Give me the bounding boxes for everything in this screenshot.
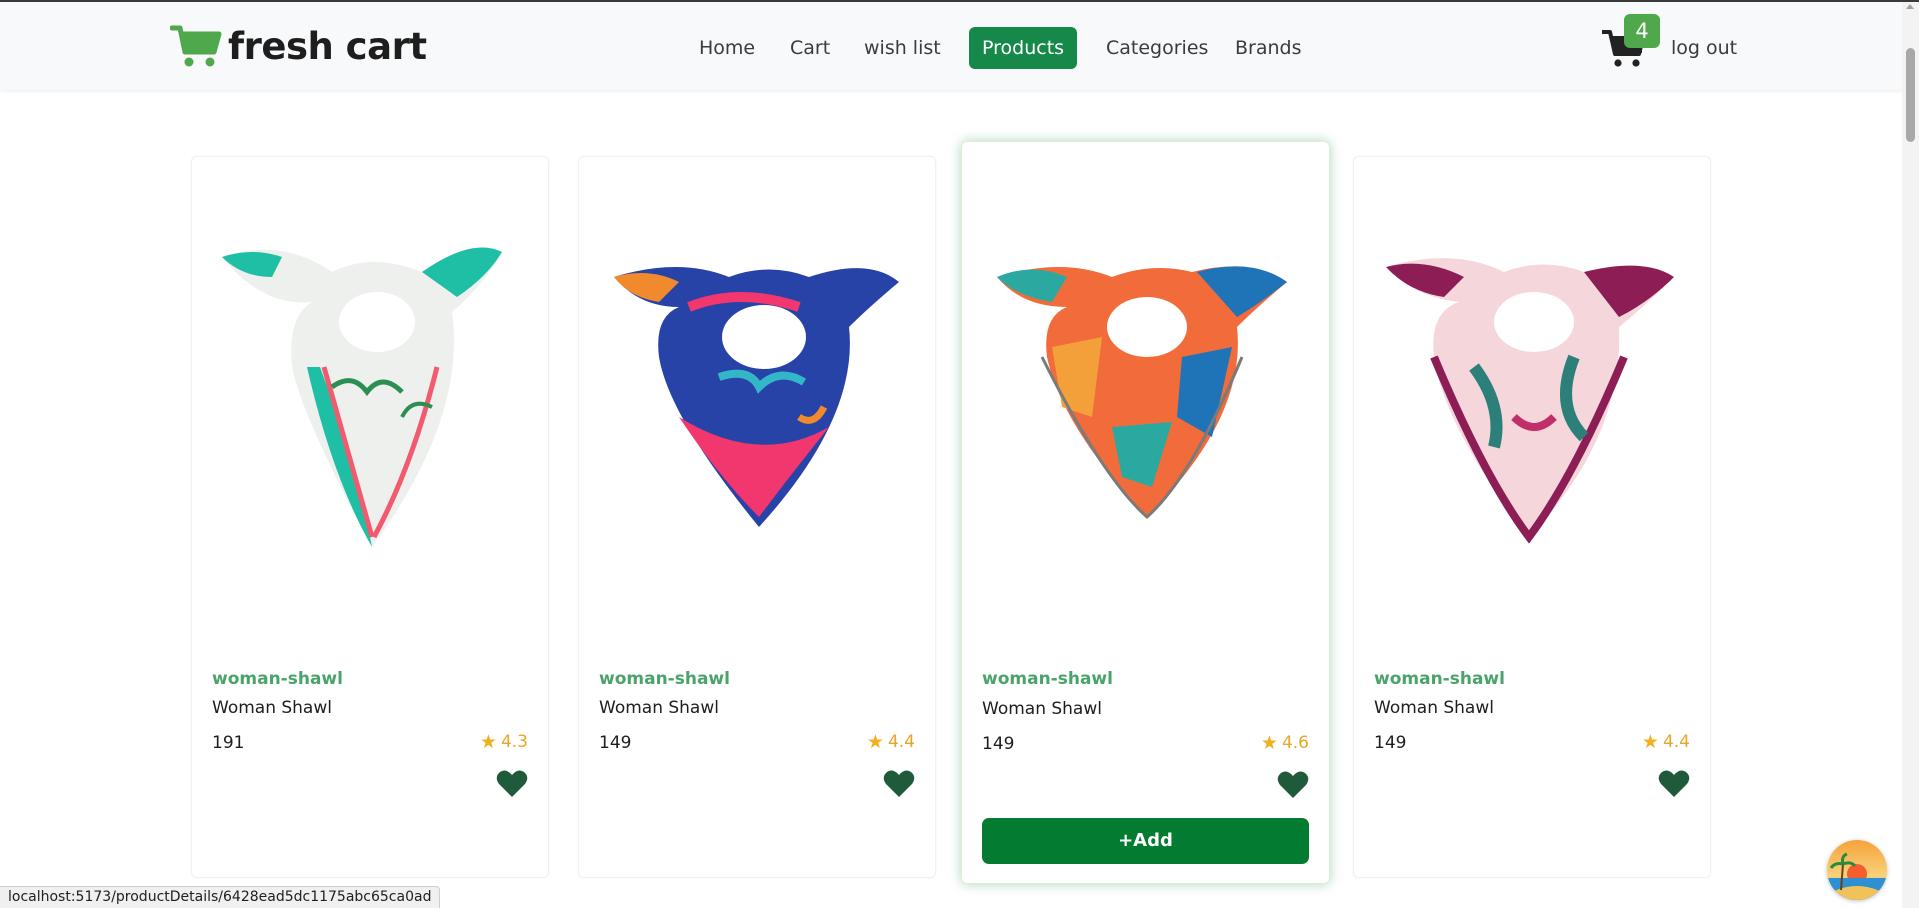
rating-value: 4.4	[887, 732, 915, 752]
product-card-hovered[interactable]: woman-shawl Woman Shawl 149 ★ 4.6 +Add	[961, 141, 1330, 884]
add-to-cart-button[interactable]: +Add	[982, 818, 1309, 864]
product-category: woman-shawl	[212, 669, 343, 689]
scroll-up-arrow-icon[interactable]	[1906, 4, 1914, 9]
logout-link[interactable]: log out	[1671, 27, 1737, 69]
nav-link-home[interactable]: Home	[686, 27, 768, 69]
floating-assistant-avatar[interactable]	[1827, 840, 1887, 900]
product-category: woman-shawl	[1374, 669, 1505, 689]
star-icon: ★	[866, 730, 884, 753]
product-category: woman-shawl	[599, 669, 730, 689]
product-image	[1386, 258, 1674, 544]
star-icon: ★	[479, 730, 497, 753]
nav-link-wish-list[interactable]: wish list	[851, 27, 954, 69]
product-rating: ★ 4.3	[480, 732, 528, 752]
scrollbar-thumb[interactable]	[1906, 48, 1915, 142]
product-image	[997, 266, 1287, 520]
product-image	[222, 247, 502, 547]
star-icon: ★	[1260, 731, 1278, 754]
product-price: 149	[599, 733, 632, 753]
product-name: Woman Shawl	[599, 698, 719, 718]
vertical-scrollbar[interactable]	[1902, 2, 1919, 908]
star-icon: ★	[1641, 730, 1659, 753]
product-price: 149	[982, 734, 1015, 754]
product-card[interactable]: woman-shawl Woman Shawl 149 ★ 4.4	[578, 156, 936, 878]
rating-value: 4.6	[1281, 733, 1309, 753]
rating-value: 4.3	[500, 732, 528, 752]
wishlist-heart-icon[interactable]	[496, 769, 528, 799]
product-name: Woman Shawl	[212, 698, 332, 718]
rating-value: 4.4	[1662, 732, 1690, 752]
product-category: woman-shawl	[982, 669, 1113, 689]
product-rating: ★ 4.4	[1642, 732, 1690, 752]
product-name: Woman Shawl	[1374, 698, 1494, 718]
beach-sunset-icon	[1827, 840, 1887, 900]
top-navbar: fresh cart Home Cart wish list Products …	[0, 0, 1919, 90]
product-card[interactable]: woman-shawl Woman Shawl 149 ★ 4.4	[1353, 156, 1711, 878]
nav-link-brands[interactable]: Brands	[1222, 27, 1315, 69]
product-price: 191	[212, 733, 245, 753]
product-name: Woman Shawl	[982, 699, 1102, 719]
product-card[interactable]: woman-shawl Woman Shawl 191 ★ 4.3	[191, 156, 549, 878]
browser-status-url: localhost:5173/productDetails/6428ead5dc…	[0, 886, 441, 908]
product-rating: ★ 4.4	[867, 732, 915, 752]
wishlist-heart-icon[interactable]	[1277, 770, 1309, 800]
wishlist-heart-icon[interactable]	[883, 769, 915, 799]
wishlist-heart-icon[interactable]	[1658, 769, 1690, 799]
product-rating: ★ 4.6	[1261, 733, 1309, 753]
nav-link-cart[interactable]: Cart	[777, 27, 843, 69]
product-image	[614, 267, 899, 527]
cart-button[interactable]: 4	[1602, 14, 1660, 72]
nav-link-categories[interactable]: Categories	[1093, 27, 1221, 69]
nav-link-products[interactable]: Products	[969, 27, 1078, 69]
cart-count-badge: 4	[1624, 14, 1660, 48]
product-price: 149	[1374, 733, 1407, 753]
